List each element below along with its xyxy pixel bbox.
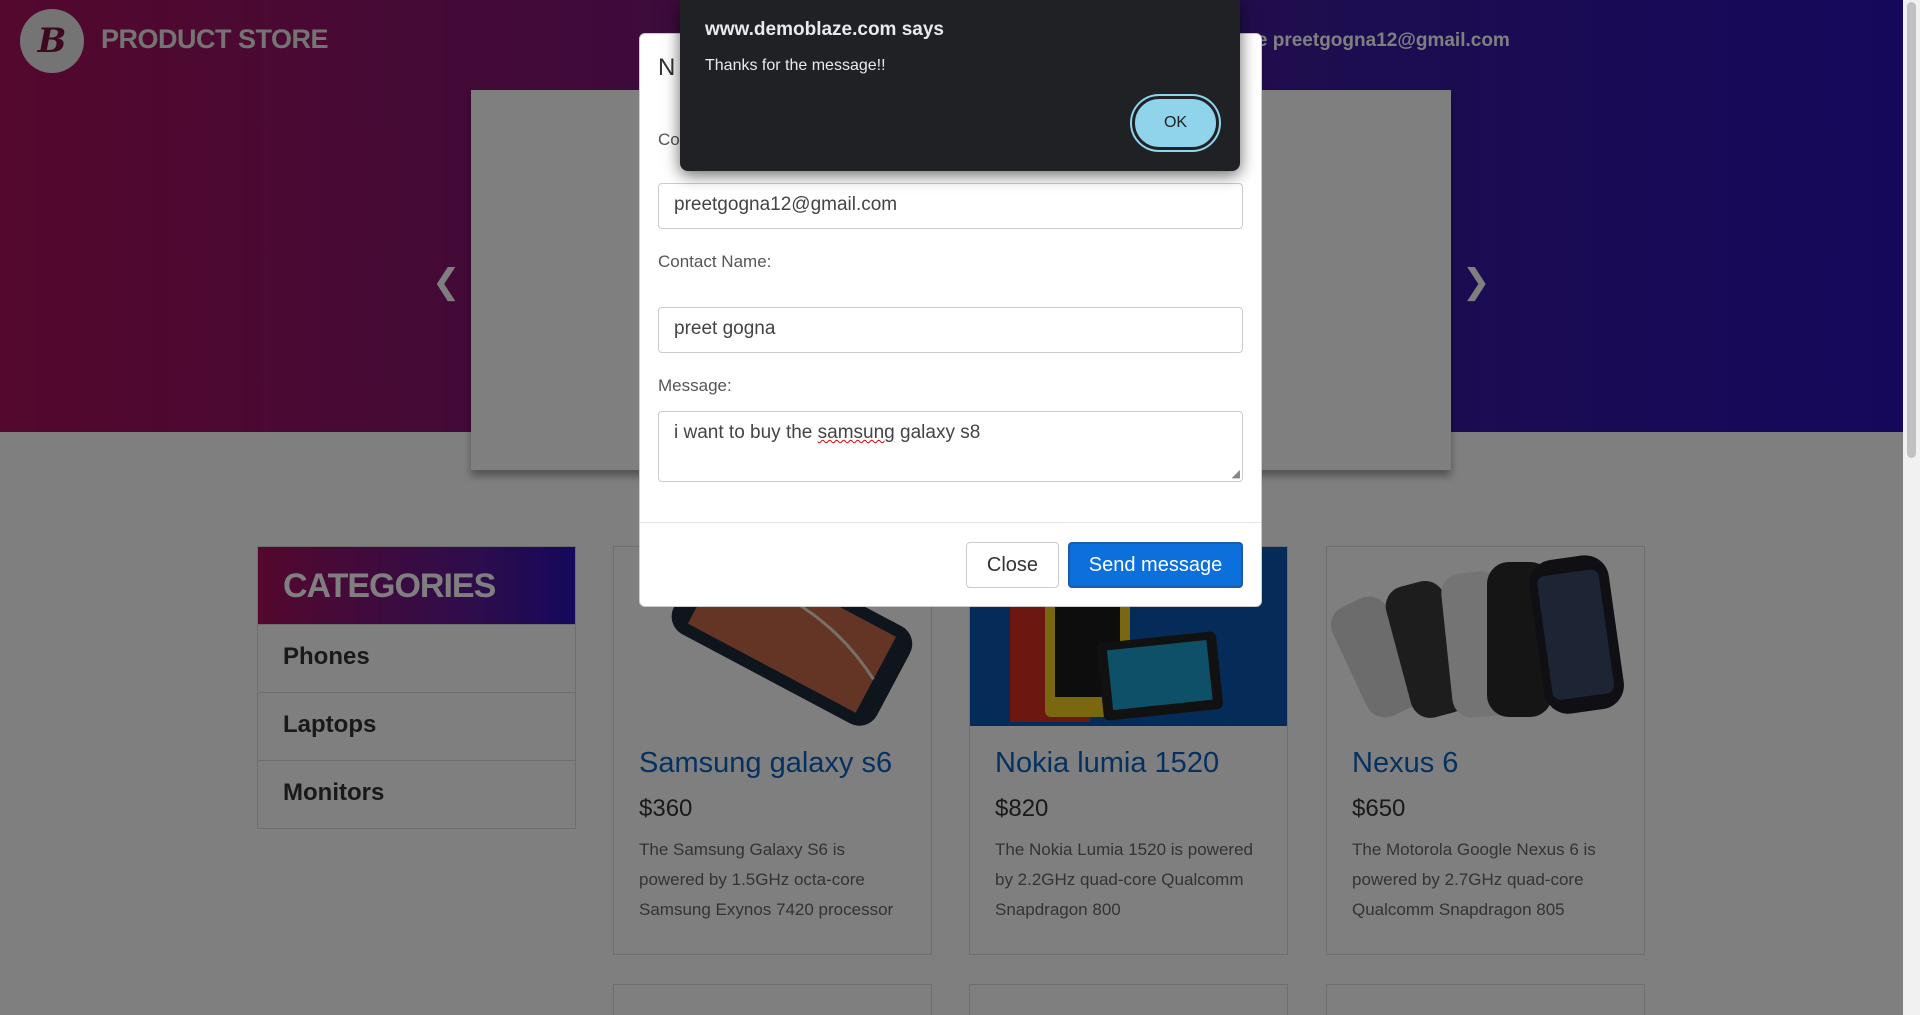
- browser-alert-dialog: www.demoblaze.com says Thanks for the me…: [680, 0, 1240, 171]
- message-text-end: galaxy s8: [894, 422, 981, 443]
- resize-handle-icon[interactable]: ◢: [1232, 467, 1240, 480]
- send-message-button[interactable]: Send message: [1068, 542, 1243, 588]
- scrollbar-thumb[interactable]: [1907, 2, 1916, 458]
- message-misspelled-word: samsung: [817, 422, 895, 443]
- alert-message: Thanks for the message!!: [705, 57, 886, 74]
- contact-email-label: Co: [658, 130, 680, 149]
- alert-ok-button[interactable]: OK: [1130, 94, 1221, 152]
- alert-title: www.demoblaze.com says: [705, 19, 944, 40]
- modal-title: N: [658, 54, 676, 81]
- message-label: Message:: [658, 376, 732, 395]
- contact-name-field[interactable]: preet gogna: [658, 307, 1243, 353]
- contact-email-field[interactable]: preetgogna12@gmail.com: [658, 183, 1243, 229]
- close-button[interactable]: Close: [966, 542, 1059, 588]
- message-text-start: i want to buy the: [674, 422, 818, 443]
- contact-name-label: Contact Name:: [658, 252, 772, 271]
- page-scrollbar[interactable]: [1903, 0, 1920, 1015]
- message-textarea[interactable]: i want to buy the samsung galaxy s8 ◢: [658, 411, 1243, 482]
